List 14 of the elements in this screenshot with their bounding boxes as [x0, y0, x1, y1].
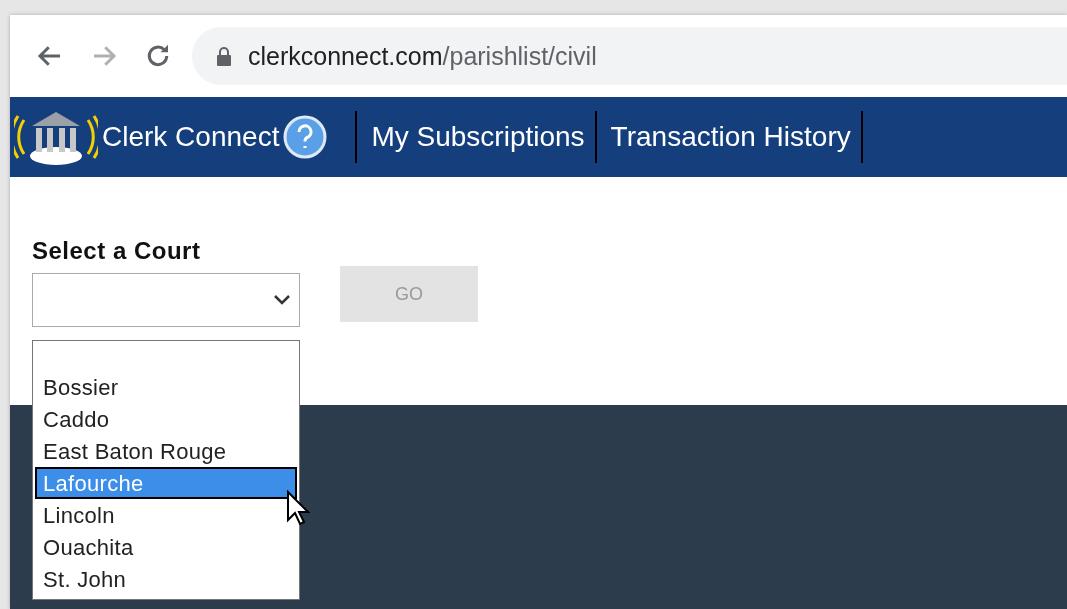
dropdown-option[interactable]: St. John [35, 563, 297, 595]
brand-name: Clerk Connect [102, 121, 280, 153]
nav-link[interactable]: My Subscriptions [357, 111, 597, 163]
address-bar[interactable]: clerkconnect.com/parishlist/civil [192, 27, 1067, 85]
url-text: clerkconnect.com/parishlist/civil [248, 41, 597, 71]
dropdown-option[interactable]: Ouachita [35, 531, 297, 563]
dropdown-option[interactable]: Caddo [35, 403, 297, 435]
nav-link[interactable]: Transaction History [596, 111, 863, 163]
help-icon[interactable] [283, 115, 328, 159]
chevron-down-icon [273, 294, 291, 306]
court-label: Select a Court [32, 237, 202, 265]
dropdown-option[interactable]: Bossier [35, 371, 297, 403]
dropdown-option[interactable]: East Baton Rouge [35, 435, 297, 467]
lock-icon [216, 46, 232, 66]
